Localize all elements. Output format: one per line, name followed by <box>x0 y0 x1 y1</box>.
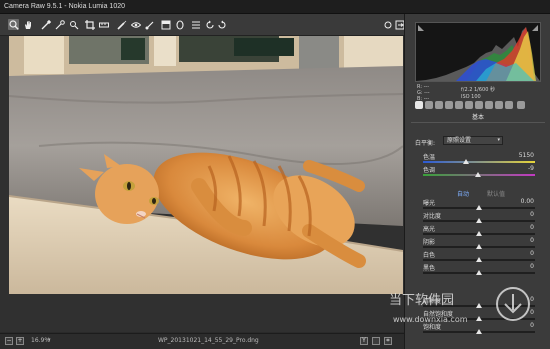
tone-curve-tab-icon[interactable] <box>425 101 433 109</box>
slider-label: 曝光 <box>423 200 436 207</box>
rotate-cw-icon[interactable] <box>216 19 227 30</box>
slider-3[interactable]: 对比度 0 <box>415 211 540 225</box>
adjustment-brush-tool-icon[interactable] <box>144 19 155 30</box>
slider-thumb[interactable] <box>476 257 482 262</box>
hand-tool-icon[interactable] <box>22 19 33 30</box>
preferences-icon[interactable] <box>190 19 201 30</box>
default-link[interactable]: 默认值 <box>487 189 505 198</box>
toggle-icon[interactable] <box>382 19 393 30</box>
slider-value[interactable]: 0 <box>530 224 534 231</box>
split-toning-tab-icon[interactable] <box>455 101 463 109</box>
status-bar: − + 16.9% ▾ WP_20131021_14_55_29_Pro.dng… <box>0 333 404 349</box>
radial-filter-tool-icon[interactable] <box>174 19 185 30</box>
highlight-clipping-icon <box>532 25 538 31</box>
slider-value[interactable]: 0.00 <box>521 198 534 205</box>
slider-label: 对比度 <box>423 213 442 220</box>
title-bar: Camera Raw 9.5.1 - Nokia Lumia 1020 <box>0 0 550 14</box>
auto-link[interactable]: 自动 <box>457 189 469 198</box>
compare-button[interactable] <box>372 337 380 345</box>
slider-0[interactable]: 色温 5150 <box>415 152 540 166</box>
slider-thumb[interactable] <box>476 205 482 210</box>
file-name: WP_20131021_14_55_29_Pro.dng <box>158 337 259 344</box>
window-title: Camera Raw 9.5.1 - Nokia Lumia 1020 <box>4 3 126 10</box>
tone-auto-row: 自动 默认值 <box>415 189 540 198</box>
snapshots-tab-icon[interactable] <box>505 101 513 109</box>
watermark-logo: 当下软件园 www.downxia.com <box>389 287 530 324</box>
slider-label: 色调 <box>423 167 436 174</box>
shadow-clipping-icon <box>418 25 424 31</box>
chevron-down-icon: ▾ <box>497 137 500 143</box>
zoom-out-button[interactable]: − <box>5 337 13 345</box>
slider-7[interactable]: 黑色 0 <box>415 263 540 277</box>
white-balance-value: 原照设置 <box>447 137 472 144</box>
slider-value[interactable]: 0 <box>530 250 534 257</box>
presets-tab-icon[interactable] <box>495 101 503 109</box>
slider-label: 白色 <box>423 252 436 259</box>
slider-thumb[interactable] <box>476 218 482 223</box>
histogram <box>415 22 541 82</box>
slider-value[interactable]: 0 <box>530 211 534 218</box>
preview-photo[interactable] <box>9 36 403 294</box>
slider-6[interactable]: 白色 0 <box>415 250 540 264</box>
effects-tab-icon[interactable] <box>475 101 483 109</box>
slider-label: 阴影 <box>423 239 436 246</box>
white-balance-select[interactable]: 原照设置 ▾ <box>443 136 503 145</box>
slider-thumb[interactable] <box>474 172 481 177</box>
zoom-in-button[interactable]: + <box>16 337 24 345</box>
slider-label: 黑色 <box>423 265 436 272</box>
iso-focal: ISO 100 <box>461 94 481 100</box>
slider-label: 高光 <box>423 226 436 233</box>
watermark-text-url: www.downxia.com <box>393 315 468 324</box>
slider-label: 色温 <box>423 154 436 161</box>
camera-calibration-tab-icon[interactable] <box>485 101 493 109</box>
slider-2[interactable]: 曝光 0.00 <box>415 198 540 212</box>
y-toggle-button[interactable]: Y <box>360 337 368 345</box>
spot-removal-tool-icon[interactable] <box>116 19 127 30</box>
slider-thumb[interactable] <box>476 270 482 275</box>
slider-value[interactable]: 0 <box>530 237 534 244</box>
slider-4[interactable]: 高光 0 <box>415 224 540 238</box>
rotate-ccw-icon[interactable] <box>204 19 215 30</box>
basic-tab-icon[interactable] <box>415 101 423 109</box>
red-eye-tool-icon[interactable] <box>130 19 141 30</box>
aperture-shutter: f/2.2 1/600 秒 <box>461 87 495 93</box>
slider-value[interactable]: 0 <box>530 263 534 270</box>
right-panel: R: --- G: --- B: --- f/2.2 1/600 秒 ISO 1… <box>389 14 550 349</box>
zoom-dropdown-chevron-icon[interactable]: ▾ <box>48 337 51 343</box>
graduated-filter-tool-icon[interactable] <box>160 19 171 30</box>
watermark-text-cn: 当下软件园 <box>389 293 454 308</box>
slider-1[interactable]: 色调 -9 <box>415 165 540 179</box>
slider-thumb[interactable] <box>462 159 469 164</box>
slider-value[interactable]: -9 <box>528 165 534 172</box>
white-balance-label: 白平衡: <box>415 140 436 147</box>
section-title: 基本 <box>471 114 484 121</box>
lens-corrections-tab-icon[interactable] <box>465 101 473 109</box>
panel-menu-icon[interactable] <box>517 101 525 109</box>
color-sampler-tool-icon[interactable] <box>54 19 65 30</box>
slider-5[interactable]: 阴影 0 <box>415 237 540 251</box>
slider-track[interactable] <box>423 161 535 163</box>
zoom-tool-icon[interactable] <box>8 19 19 30</box>
straighten-tool-icon[interactable] <box>98 19 109 30</box>
hsl-tab-icon[interactable] <box>445 101 453 109</box>
divider <box>411 122 545 123</box>
detail-tab-icon[interactable] <box>435 101 443 109</box>
slider-value[interactable]: 5150 <box>519 152 534 159</box>
targeted-adjustment-tool-icon[interactable] <box>68 19 79 30</box>
slider-thumb[interactable] <box>476 231 482 236</box>
slider-thumb[interactable] <box>476 244 482 249</box>
panel-tabs <box>415 101 545 111</box>
settings-icon[interactable]: ⌗ <box>384 337 392 345</box>
white-balance-tool-icon[interactable] <box>40 19 51 30</box>
crop-tool-icon[interactable] <box>84 19 95 30</box>
